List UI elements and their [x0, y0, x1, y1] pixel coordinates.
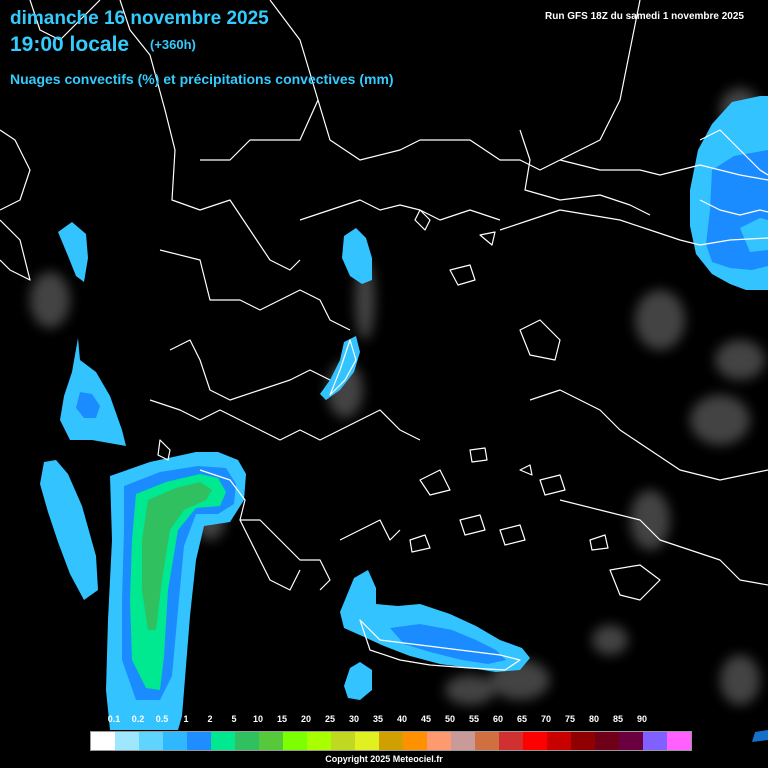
legend-swatch — [643, 732, 667, 750]
legend-label: 80 — [588, 714, 599, 724]
model-run-info: Run GFS 18Z du samedi 1 novembre 2025 — [545, 11, 744, 22]
legend-swatch — [163, 732, 187, 750]
legend-swatch — [451, 732, 475, 750]
legend-swatch — [379, 732, 403, 750]
legend-label: 50 — [444, 714, 455, 724]
legend-label: 60 — [492, 714, 503, 724]
legend-swatch — [427, 732, 451, 750]
forecast-date: dimanche 16 novembre 2025 — [10, 8, 269, 29]
legend-swatch — [571, 732, 595, 750]
forecast-map — [0, 0, 768, 768]
copyright-text: Copyright 2025 Meteociel.fr — [325, 754, 443, 764]
legend-label: 65 — [516, 714, 527, 724]
legend-swatch — [667, 732, 691, 750]
legend-label: 5 — [231, 714, 237, 724]
legend-label: 10 — [252, 714, 263, 724]
legend-label: 45 — [420, 714, 431, 724]
legend-labels: 0.1 0.2 0.5 1 2 5 10 15 20 25 30 35 40 45 50 55 60 65 70 75… — [90, 714, 666, 726]
legend-label: 85 — [612, 714, 623, 724]
legend-swatch — [523, 732, 547, 750]
legend-label: 25 — [324, 714, 335, 724]
legend-label: 20 — [300, 714, 311, 724]
legend-swatch — [115, 732, 139, 750]
legend-swatch — [595, 732, 619, 750]
legend-swatch — [403, 732, 427, 750]
legend-swatch — [259, 732, 283, 750]
legend-swatch — [283, 732, 307, 750]
legend-swatch — [235, 732, 259, 750]
legend-swatch — [187, 732, 211, 750]
legend-label: 75 — [564, 714, 575, 724]
legend-swatch — [475, 732, 499, 750]
legend-swatch — [211, 732, 235, 750]
legend-label: 40 — [396, 714, 407, 724]
legend-label: 90 — [636, 714, 647, 724]
legend-label: 0.5 — [155, 714, 169, 724]
legend-swatch — [499, 732, 523, 750]
legend-label: 2 — [207, 714, 213, 724]
legend-swatch — [547, 732, 571, 750]
legend-label: 15 — [276, 714, 287, 724]
legend-swatch — [139, 732, 163, 750]
legend-swatch — [307, 732, 331, 750]
legend-swatch — [355, 732, 379, 750]
legend-label: 0.2 — [131, 714, 145, 724]
legend-swatch — [331, 732, 355, 750]
legend-swatch — [91, 732, 115, 750]
legend-color-bar — [90, 731, 692, 751]
forecast-time: 19:00 locale — [10, 33, 130, 56]
legend-label: 30 — [348, 714, 359, 724]
legend-label: 55 — [468, 714, 479, 724]
legend-swatch — [619, 732, 643, 750]
legend-label: 35 — [372, 714, 383, 724]
legend-label: 1 — [183, 714, 189, 724]
map-subtitle: Nuages convectifs (%) et précipitations … — [10, 71, 394, 87]
legend-label: 0.1 — [107, 714, 121, 724]
forecast-offset: (+360h) — [150, 37, 196, 52]
legend-label: 70 — [540, 714, 551, 724]
